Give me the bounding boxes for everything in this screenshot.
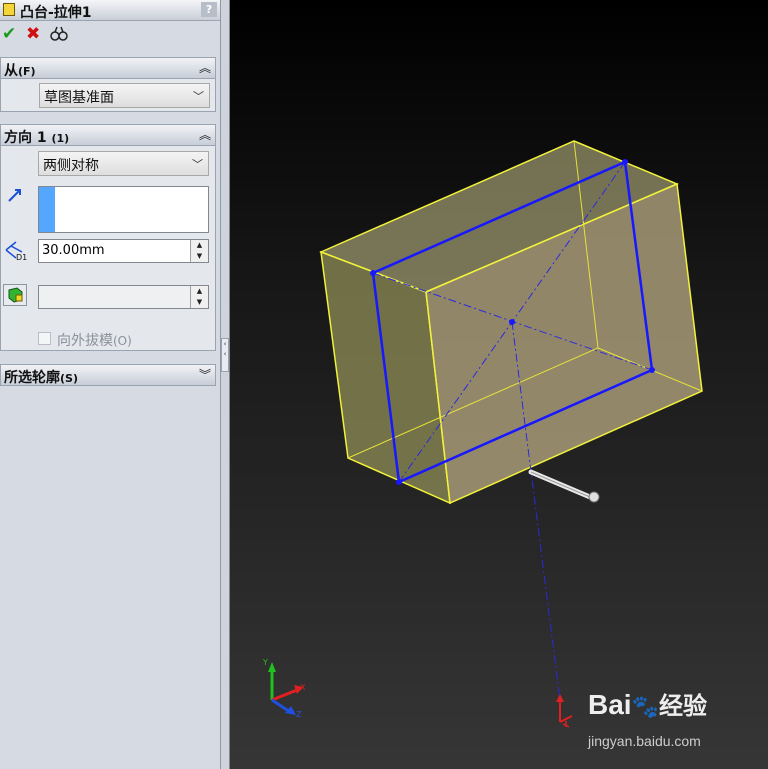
sketch-point-center — [509, 319, 515, 325]
direction-arrow-icon[interactable] — [6, 186, 24, 208]
from-section-body: 草图基准面 ﹀ — [0, 79, 216, 112]
selection-indicator — [39, 187, 55, 232]
action-bar: ✔ ✖ — [0, 24, 220, 48]
depth-dimension-icon: D1 — [4, 240, 30, 266]
property-manager-panel: 凸台-拉伸1 ? ✔ ✖ 从(F) ︽ 草图基准面 ﹀ 方向 1 (1) ︽ 两… — [0, 0, 221, 769]
end-condition-value: 两侧对称 — [43, 158, 99, 174]
from-section-header[interactable]: 从(F) ︽ — [0, 57, 216, 79]
end-condition-select[interactable]: 两侧对称 ﹀ — [38, 151, 209, 176]
selected-contours-label: 所选轮廓(S) — [4, 370, 78, 386]
chevron-down-icon: ﹀ — [193, 90, 204, 103]
expand-chevron-icon[interactable]: ︾ — [199, 366, 211, 383]
sketch-point-bl — [396, 479, 402, 485]
depth-spinner-buttons[interactable]: ▲ ▼ — [190, 240, 208, 262]
secondary-spinner-buttons[interactable]: ▲ ▼ — [190, 286, 208, 308]
origin-icon — [556, 694, 573, 728]
cancel-icon[interactable]: ✖ — [26, 24, 40, 44]
draft-outward-checkbox[interactable] — [38, 332, 51, 345]
extrude-drag-handle[interactable] — [528, 469, 600, 503]
merge-result-icon[interactable] — [3, 284, 27, 310]
chevron-down-icon: ﹀ — [192, 158, 203, 171]
property-manager-titlebar: 凸台-拉伸1 ? — [0, 0, 220, 21]
graphics-viewport[interactable]: Y X Z Bai🐾经验 jingyan.baidu.com — [230, 0, 768, 769]
sketch-point-tl — [370, 270, 376, 276]
direction1-section-header[interactable]: 方向 1 (1) ︽ — [0, 124, 216, 146]
panel-splitter[interactable]: ‹ ‹ — [221, 0, 230, 769]
depth-input[interactable]: 30.00mm ▲ ▼ — [38, 239, 209, 263]
direction1-section-label: 方向 1 (1) — [4, 130, 70, 146]
direction-reference-list[interactable] — [38, 186, 209, 233]
start-condition-select[interactable]: 草图基准面 ﹀ — [39, 83, 210, 108]
draft-outward-label: 向外拔模(O) — [57, 333, 132, 349]
help-button[interactable]: ? — [201, 2, 217, 17]
svg-text:X: X — [300, 683, 306, 692]
model-preview: Y X Z — [262, 140, 703, 728]
splitter-collapse-handle[interactable]: ‹ ‹ — [221, 338, 229, 372]
svg-text:D1: D1 — [16, 253, 27, 262]
collapse-chevron-icon[interactable]: ︽ — [199, 59, 211, 76]
collapse-chevron-icon[interactable]: ︽ — [199, 126, 211, 143]
depth-value: 30.00mm — [42, 243, 105, 258]
sketch-point-tr — [622, 159, 628, 165]
watermark-url: jingyan.baidu.com — [588, 733, 701, 749]
from-section-label: 从(F) — [4, 63, 36, 79]
start-condition-value: 草图基准面 — [44, 90, 114, 106]
ok-icon[interactable]: ✔ — [2, 24, 16, 44]
view-triad-icon: Y X Z — [262, 658, 306, 719]
extrude-feature-icon — [3, 3, 15, 16]
feature-title: 凸台-拉伸1 — [20, 5, 92, 21]
svg-text:Z: Z — [296, 710, 302, 719]
secondary-depth-input[interactable]: ▲ ▼ — [38, 285, 209, 309]
selected-contours-section-header[interactable]: 所选轮廓(S) ︾ — [0, 364, 216, 386]
svg-text:Y: Y — [262, 658, 268, 667]
detailed-preview-icon[interactable] — [50, 26, 68, 47]
watermark-brand: Bai🐾经验 — [588, 689, 707, 720]
sketch-point-br — [649, 367, 655, 373]
